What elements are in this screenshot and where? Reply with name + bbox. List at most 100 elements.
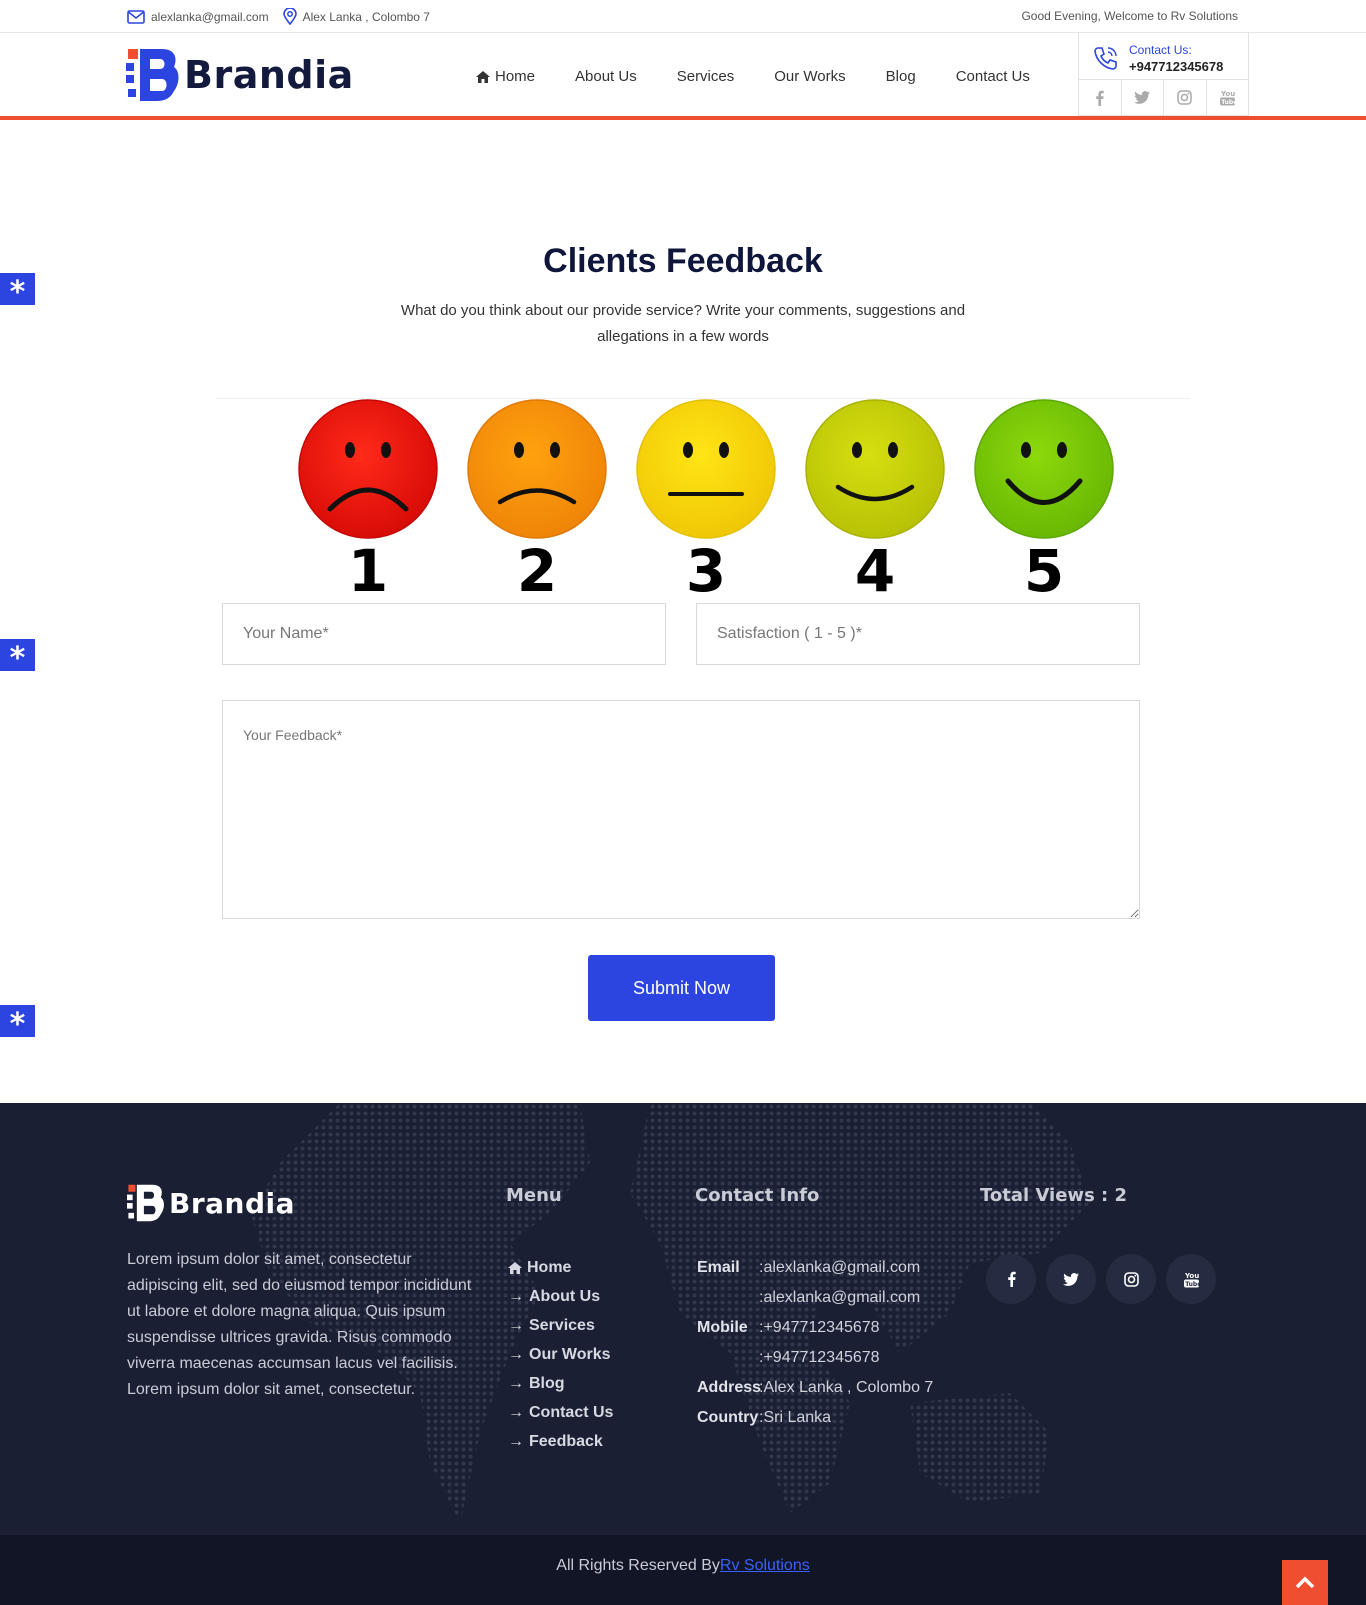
twitter-icon[interactable] bbox=[1046, 1254, 1096, 1304]
top-bar: alexlanka@gmail.com Alex Lanka , Colombo… bbox=[0, 0, 1366, 33]
contact-address: :Alex Lanka , Colombo 7 bbox=[759, 1379, 934, 1396]
footer-views-count: Total Views : 2 bbox=[980, 1185, 1128, 1206]
map-pin-icon bbox=[282, 8, 297, 25]
rating-label-5: 5 bbox=[1024, 537, 1064, 597]
footer-menu: Home → About Us → Services → Our Works → Blo… bbox=[508, 1253, 613, 1456]
rating-label-4: 4 bbox=[855, 537, 895, 597]
footer-menu-feedback[interactable]: → Feedback bbox=[508, 1427, 613, 1456]
arrow-right-icon: → bbox=[508, 1345, 524, 1363]
arrow-right-icon: → bbox=[508, 1316, 524, 1334]
scroll-to-top-button[interactable] bbox=[1282, 1560, 1328, 1605]
footer-logo-icon bbox=[127, 1184, 164, 1222]
rating-label-3: 3 bbox=[686, 537, 726, 597]
topbar-location: Alex Lanka , Colombo 7 bbox=[282, 8, 430, 25]
header-contact-phone[interactable]: +947712345678 bbox=[1129, 59, 1223, 74]
footer-brand-name: Brandia bbox=[169, 1186, 296, 1220]
footer-menu-contact[interactable]: → Contact Us bbox=[508, 1398, 613, 1427]
footer-menu-home[interactable]: Home bbox=[508, 1253, 613, 1282]
contact-email-1[interactable]: :alexlanka@gmail.com bbox=[759, 1259, 920, 1277]
footer-menu-label: Feedback bbox=[529, 1432, 603, 1450]
footer-menu-title: Menu bbox=[506, 1185, 562, 1206]
copyright-bar: All Rights Reserved ByRv Solutions bbox=[0, 1535, 1366, 1605]
rating-label-2: 2 bbox=[517, 537, 557, 597]
topbar-email-text: alexlanka@gmail.com bbox=[151, 9, 269, 24]
copyright-link[interactable]: Rv Solutions bbox=[720, 1557, 810, 1574]
footer-menu-label: Home bbox=[527, 1258, 572, 1276]
header-contact-box: Contact Us: +947712345678 YouTube bbox=[1078, 32, 1249, 116]
brand-logo[interactable]: Brandia bbox=[126, 47, 354, 103]
instagram-icon[interactable] bbox=[1164, 80, 1207, 115]
home-icon bbox=[476, 70, 490, 83]
footer-contact-info: Email :alexlanka@gmail.com :alexlanka@gma… bbox=[697, 1253, 933, 1433]
youtube-icon[interactable]: YouTube bbox=[1166, 1254, 1216, 1304]
footer-menu-services[interactable]: → Services bbox=[508, 1311, 613, 1340]
contact-mobile-label: Mobile bbox=[697, 1319, 748, 1336]
envelope-icon bbox=[127, 9, 145, 24]
svg-text:You: You bbox=[1184, 1272, 1199, 1280]
page-title: Clients Feedback bbox=[543, 242, 823, 280]
contact-mobile-1[interactable]: :+947712345678 bbox=[759, 1319, 880, 1337]
footer-menu-label: Our Works bbox=[529, 1345, 611, 1363]
footer-menu-works[interactable]: → Our Works bbox=[508, 1340, 613, 1369]
footer-menu-about[interactable]: → About Us bbox=[508, 1282, 613, 1311]
rating-face-4: 4 bbox=[805, 399, 945, 597]
svg-text:Tube: Tube bbox=[1185, 1281, 1199, 1288]
footer-logo[interactable]: Brandia bbox=[127, 1183, 295, 1223]
nav-home-label: Home bbox=[495, 68, 536, 85]
arrow-right-icon: → bbox=[508, 1432, 524, 1450]
name-input[interactable] bbox=[222, 603, 666, 665]
rating-face-2: 2 bbox=[467, 399, 607, 597]
footer-menu-label: Blog bbox=[529, 1374, 565, 1392]
facebook-icon[interactable] bbox=[986, 1254, 1036, 1304]
asterisk-icon[interactable]: * bbox=[0, 639, 35, 676]
rating-label-1: 1 bbox=[348, 537, 388, 597]
header-contact-label: Contact Us: bbox=[1129, 43, 1192, 57]
contact-country: :Sri Lanka bbox=[759, 1409, 832, 1426]
rating-face-1: 1 bbox=[298, 399, 438, 597]
footer-contact-title: Contact Info bbox=[695, 1185, 820, 1206]
nav-blog[interactable]: Blog bbox=[886, 68, 916, 85]
phone-icon bbox=[1094, 47, 1117, 70]
footer-social-links: YouTube bbox=[986, 1254, 1216, 1304]
main-nav: Home About Us Services Our Works Blog Co… bbox=[476, 68, 1070, 85]
youtube-icon[interactable]: YouTube bbox=[1207, 80, 1249, 115]
topbar-greeting: Good Evening, Welcome to Rv Solutions bbox=[1021, 9, 1238, 23]
brand-logo-icon bbox=[126, 49, 179, 101]
page-subtitle: What do you think about our provide serv… bbox=[400, 302, 966, 345]
footer: Brandia Lorem ipsum dolor sit amet, cons… bbox=[0, 1103, 1366, 1535]
footer-menu-label: Contact Us bbox=[529, 1403, 614, 1421]
nav-services[interactable]: Services bbox=[677, 68, 735, 85]
footer-menu-blog[interactable]: → Blog bbox=[508, 1369, 613, 1398]
nav-about[interactable]: About Us bbox=[575, 68, 637, 85]
feedback-textarea[interactable] bbox=[222, 700, 1140, 919]
contact-mobile-2[interactable]: :+947712345678 bbox=[759, 1349, 880, 1367]
copyright-text: All Rights Reserved By bbox=[556, 1557, 720, 1574]
arrow-right-icon: → bbox=[508, 1403, 524, 1421]
footer-menu-label: About Us bbox=[529, 1287, 601, 1305]
contact-country-label: Country bbox=[697, 1409, 759, 1426]
arrow-up-icon bbox=[1295, 1576, 1315, 1588]
rating-face-5: 5 bbox=[974, 399, 1114, 597]
contact-email-2[interactable]: :alexlanka@gmail.com bbox=[759, 1289, 920, 1307]
svg-text:Tube: Tube bbox=[1221, 99, 1235, 106]
asterisk-icon[interactable]: * bbox=[0, 1005, 35, 1042]
header-social-row: YouTube bbox=[1079, 80, 1248, 115]
rating-face-3: 3 bbox=[636, 399, 776, 597]
nav-contact[interactable]: Contact Us bbox=[956, 68, 1030, 85]
footer-menu-label: Services bbox=[529, 1316, 595, 1334]
contact-address-label: Address bbox=[697, 1379, 762, 1396]
twitter-icon[interactable] bbox=[1122, 80, 1164, 115]
topbar-location-text: Alex Lanka , Colombo 7 bbox=[302, 9, 430, 24]
arrow-right-icon: → bbox=[508, 1374, 524, 1392]
footer-about-text: Lorem ipsum dolor sit amet, consectetur … bbox=[127, 1251, 472, 1398]
satisfaction-input[interactable] bbox=[696, 603, 1140, 665]
submit-button[interactable]: Submit Now bbox=[588, 955, 775, 1021]
facebook-icon[interactable] bbox=[1079, 80, 1122, 115]
topbar-email[interactable]: alexlanka@gmail.com bbox=[127, 10, 269, 24]
instagram-icon[interactable] bbox=[1106, 1254, 1156, 1304]
satisfaction-scale: 1 2 3 4 5 bbox=[216, 398, 1190, 597]
nav-home[interactable]: Home bbox=[476, 68, 535, 85]
arrow-right-icon: → bbox=[508, 1287, 524, 1305]
nav-works[interactable]: Our Works bbox=[774, 68, 845, 85]
contact-email-label: Email bbox=[697, 1259, 740, 1276]
